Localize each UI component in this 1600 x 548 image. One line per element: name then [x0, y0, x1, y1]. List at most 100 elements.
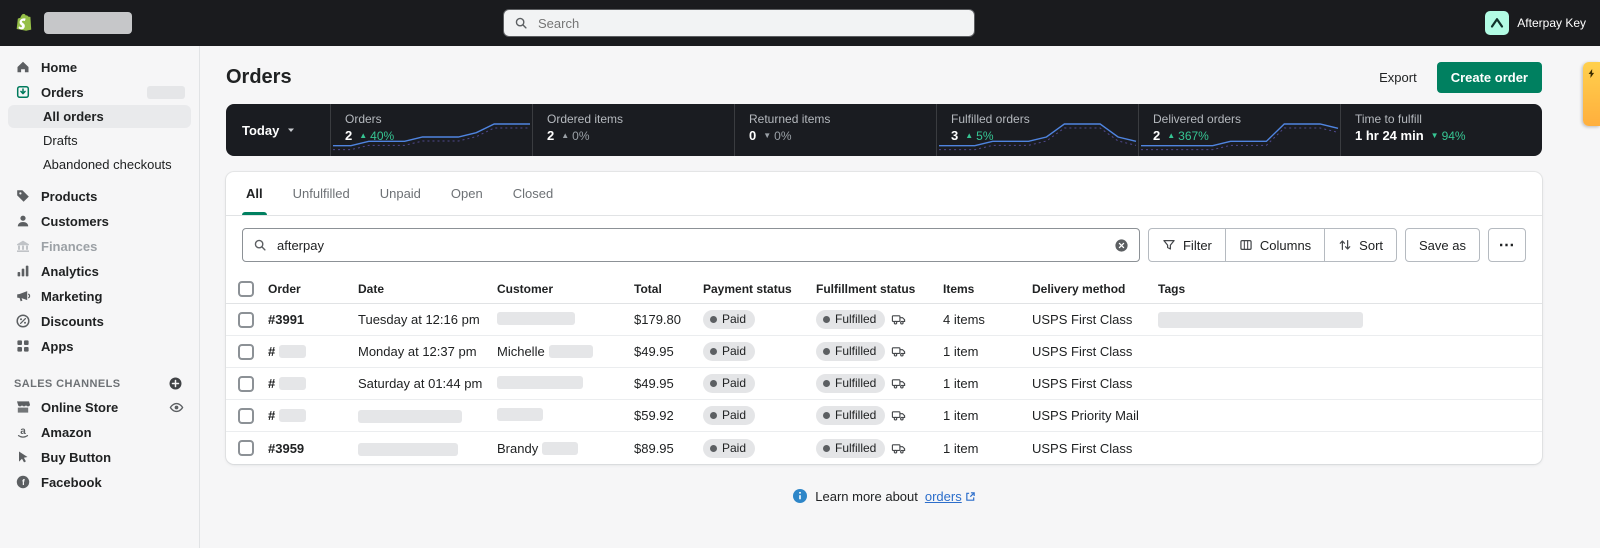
- online-store-icon: [14, 399, 31, 415]
- date-range-selector[interactable]: Today: [226, 104, 330, 156]
- footer: Learn more about orders: [226, 488, 1542, 504]
- sidebar-item-finances[interactable]: Finances: [8, 234, 191, 258]
- sidebar-item-customers[interactable]: Customers: [8, 209, 191, 233]
- arrow-down-icon: ▼: [763, 132, 771, 140]
- global-search-field[interactable]: [536, 15, 964, 32]
- redacted-text: [497, 408, 543, 421]
- sidebar-item-products[interactable]: Products: [8, 184, 191, 208]
- customer-name: Brandy: [497, 441, 634, 456]
- sidebar-item-label: Finances: [41, 239, 97, 254]
- sort-label: Sort: [1359, 238, 1383, 253]
- metric-time-to-fulfill[interactable]: Time to fulfill1 hr 24 min▼94%: [1340, 104, 1542, 156]
- sidebar-item-drafts[interactable]: Drafts: [8, 129, 191, 152]
- redacted-text: [279, 409, 306, 422]
- metric-delta: ▼0%: [763, 129, 791, 143]
- sidebar-item-apps[interactable]: Apps: [8, 334, 191, 358]
- redacted-text: [549, 345, 593, 358]
- truck-icon: [891, 408, 906, 423]
- column-header-total: Total: [634, 282, 703, 296]
- metric-fulfilled-orders[interactable]: Fulfilled orders3▲5%: [936, 104, 1138, 156]
- order-date: Monday at 12:37 pm: [358, 344, 497, 359]
- fulfillment-status-badge: Fulfilled: [816, 406, 885, 425]
- tab-closed[interactable]: Closed: [513, 172, 553, 215]
- sidebar-item-marketing[interactable]: Marketing: [8, 284, 191, 308]
- table-row[interactable]: #Monday at 12:37 pmMichelle$49.95PaidFul…: [226, 336, 1542, 368]
- metric-ordered-items[interactable]: Ordered items2▲0%: [532, 104, 734, 156]
- delivery-method: USPS Priority Mail: [1032, 408, 1158, 423]
- sidebar-item-discounts[interactable]: Discounts: [8, 309, 191, 333]
- metric-delta: ▲40%: [359, 129, 394, 143]
- metric-returned-items[interactable]: Returned items0▼0%: [734, 104, 936, 156]
- tab-label: Closed: [513, 186, 553, 201]
- create-order-button[interactable]: Create order: [1437, 62, 1542, 93]
- table-row[interactable]: #3959Brandy$89.95PaidFulfilled1 itemUSPS…: [226, 432, 1542, 464]
- filter-row: Filter Columns Sort Save as ⋯: [226, 216, 1542, 274]
- tab-open[interactable]: Open: [451, 172, 483, 215]
- metric-label: Delivered orders: [1153, 112, 1326, 126]
- export-button[interactable]: Export: [1369, 64, 1427, 91]
- table-body: #3991Tuesday at 12:16 pm$179.80PaidFulfi…: [226, 304, 1542, 464]
- table-row[interactable]: #$59.92PaidFulfilled1 itemUSPS Priority …: [226, 400, 1542, 432]
- orders-search-box[interactable]: [242, 228, 1140, 262]
- sidebar-item-buy-button[interactable]: Buy Button: [8, 445, 191, 469]
- sidebar-item-home[interactable]: Home: [8, 55, 191, 79]
- table-header: OrderDateCustomerTotalPayment statusFulf…: [226, 274, 1542, 304]
- plus-circle-icon[interactable]: [168, 376, 183, 391]
- fulfillment-status-badge: Fulfilled: [816, 310, 885, 329]
- delivery-method: USPS First Class: [1032, 344, 1158, 359]
- select-all-checkbox[interactable]: [238, 281, 254, 297]
- row-checkbox[interactable]: [238, 408, 254, 424]
- column-header-fulfillment-status: Fulfillment status: [816, 282, 943, 296]
- sidebar-item-orders[interactable]: Orders: [8, 80, 191, 104]
- row-checkbox[interactable]: [238, 344, 254, 360]
- order-tabs: All Unfulfilled Unpaid Open Closed: [226, 172, 1542, 216]
- metric-orders[interactable]: Orders2▲40%: [330, 104, 532, 156]
- sort-button[interactable]: Sort: [1324, 228, 1397, 262]
- redacted-text: [279, 377, 306, 390]
- tab-unfulfilled[interactable]: Unfulfilled: [293, 172, 350, 215]
- sidebar-item-amazon[interactable]: aAmazon: [8, 420, 191, 444]
- redacted-text: [542, 442, 578, 455]
- customer-name: Michelle: [497, 344, 634, 359]
- filter-button[interactable]: Filter: [1148, 228, 1226, 262]
- more-actions-button[interactable]: ⋯: [1488, 228, 1526, 262]
- sidebar-item-online-store[interactable]: Online Store: [8, 395, 191, 419]
- row-checkbox[interactable]: [238, 312, 254, 328]
- tab-all[interactable]: All: [246, 172, 263, 215]
- order-number[interactable]: #: [268, 344, 358, 359]
- row-checkbox[interactable]: [238, 440, 254, 456]
- orders-card: All Unfulfilled Unpaid Open Closed Filter Co…: [226, 172, 1542, 464]
- truck-icon: [891, 344, 906, 359]
- discounts-icon: [14, 313, 31, 329]
- sidebar-item-label: Marketing: [41, 289, 102, 304]
- columns-button[interactable]: Columns: [1225, 228, 1325, 262]
- global-search-input[interactable]: [503, 9, 975, 37]
- save-as-button[interactable]: Save as: [1405, 228, 1480, 262]
- page-title: Orders: [226, 66, 292, 89]
- afterpay-key-button[interactable]: Afterpay Key: [1485, 11, 1586, 35]
- orders-search-input[interactable]: [275, 237, 1106, 254]
- table-row[interactable]: #3991Tuesday at 12:16 pm$179.80PaidFulfi…: [226, 304, 1542, 336]
- metric-delivered-orders[interactable]: Delivered orders2▲367%: [1138, 104, 1340, 156]
- customer-name: [497, 376, 634, 392]
- table-row[interactable]: #Saturday at 01:44 pm$49.95PaidFulfilled…: [226, 368, 1542, 400]
- sidebar-item-all-orders[interactable]: All orders: [8, 105, 191, 128]
- sort-icon: [1338, 238, 1352, 252]
- search-icon: [514, 16, 528, 30]
- order-number[interactable]: #3991: [268, 312, 358, 327]
- row-checkbox[interactable]: [238, 376, 254, 392]
- order-number[interactable]: #: [268, 408, 358, 423]
- filter-label: Filter: [1183, 238, 1212, 253]
- shopify-logo-icon[interactable]: [14, 12, 36, 34]
- orders-help-link[interactable]: orders: [925, 489, 976, 504]
- app-shortcut-tab[interactable]: [1583, 62, 1600, 126]
- store-name-redacted: [44, 12, 132, 34]
- delivery-method: USPS First Class: [1032, 312, 1158, 327]
- order-number[interactable]: #: [268, 376, 358, 391]
- sidebar-item-abandoned-checkouts[interactable]: Abandoned checkouts: [8, 153, 191, 176]
- sidebar-item-analytics[interactable]: Analytics: [8, 259, 191, 283]
- tab-unpaid[interactable]: Unpaid: [380, 172, 421, 215]
- clear-search-button[interactable]: [1114, 238, 1129, 253]
- order-number[interactable]: #3959: [268, 441, 358, 456]
- sidebar-item-facebook[interactable]: fFacebook: [8, 470, 191, 494]
